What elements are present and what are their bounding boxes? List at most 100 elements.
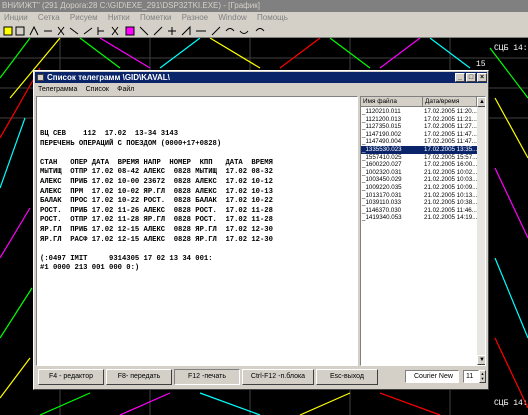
dialog-menu-bar: Телеграмма Список Файл <box>35 84 487 95</box>
file-name: _1121200.013 <box>362 115 402 123</box>
tool-icon <box>15 26 25 36</box>
font-size-input[interactable]: 11 <box>463 370 479 383</box>
text-line: АЛЕКС ПРМ 17.02 10-02 ЯР.ГЛ 0828 АЛЕКС 1… <box>40 187 273 196</box>
telegram-list-dialog: Список телеграмм \GID\KAVAL\ _ □ × Телег… <box>33 70 489 390</box>
file-list-row[interactable]: _1121200.013 17.02.2005 11:21... <box>361 116 477 124</box>
font-select[interactable]: Courier New <box>405 370 459 383</box>
file-list-row[interactable]: _1147490.004 17.02.2005 11:47... <box>361 138 477 146</box>
app-menu-bar: Инции Сетка Рисуем Нитки Пометки Разное … <box>0 12 528 24</box>
text-line: ВЦ СЕВ 112 17.02 13-34 3143 <box>40 130 179 138</box>
app-menu-item[interactable]: Разное <box>178 12 212 24</box>
app-title-bar: ВНИИЖТ" (291 Дорога:28 C:\GID\EXE_291\DS… <box>0 0 528 12</box>
exit-button[interactable]: Esc-выход <box>316 369 378 385</box>
app-menu-item[interactable]: Сетка <box>34 12 64 24</box>
file-list-row[interactable]: _1009220.035 21.02.2005 10:09... <box>361 184 477 192</box>
file-datetime: 17.02.2005 16:00... <box>424 161 478 169</box>
telegram-text: ВЦ СЕВ 112 17.02 13-34 3143 ПЕРЕЧЕНЬ ОПЕ… <box>40 130 273 274</box>
tool-icon <box>225 28 235 32</box>
text-line: РОСТ. ОТПР 17.02 11-28 ЯР.ГЛ 0828 РОСТ. … <box>40 216 273 225</box>
file-list-row[interactable]: _1039110.033 21.02.2005 10:38... <box>361 199 477 207</box>
window-icon[interactable] <box>37 74 44 81</box>
file-list-header: Имя файла Дата/время <box>361 97 477 107</box>
file-name: _1419340.053 <box>362 214 402 222</box>
app-menu-item[interactable]: Нитки <box>104 12 134 24</box>
file-list-scrollbar[interactable]: ▲ ▼ <box>477 97 485 365</box>
tool-icon <box>255 28 265 32</box>
text-line: БАЛАК ПРОС 17.02 10-22 РОСТ. 0828 БАЛАК … <box>40 197 273 206</box>
file-name: _1127350.015 <box>362 123 402 131</box>
text-line: ПЕРЕЧЕНЬ ОПЕРАЦИЙ С ПОЕЗДОМ (0000+17+082… <box>40 139 222 148</box>
text-line: СТАН ОПЕР ДАТА ВРЕМЯ НАПР НОМЕР КПП ДАТА… <box>40 158 273 167</box>
file-name: _1146370.030 <box>362 206 402 214</box>
file-datetime: 17.02.2005 11:47... <box>424 130 477 138</box>
scroll-up-arrow[interactable]: ▲ <box>477 97 485 107</box>
dialog-button-bar: F4 - редактор F8- передать F12 -печать C… <box>35 368 487 388</box>
editor-button[interactable]: F4 - редактор <box>38 369 104 385</box>
file-name: _1147490.004 <box>362 138 402 146</box>
tool-icon <box>211 26 221 36</box>
file-list-row[interactable]: _1003450.029 21.02.2005 10:03... <box>361 176 477 184</box>
print-button[interactable]: F12 -печать <box>174 369 240 385</box>
file-list-row[interactable]: _1147190.002 17.02.2005 11:47... <box>361 131 477 139</box>
text-line: АЛЕКС ПРИБ 17.02 10-00 23672 0828 АЛЕКС … <box>40 177 273 186</box>
tool-icon <box>69 27 79 35</box>
file-datetime: 21.02.2005 10:09... <box>424 184 478 191</box>
column-header-filename[interactable]: Имя файла <box>361 97 423 107</box>
file-list-pane[interactable]: Имя файла Дата/время _1120210.011 17.02.2… <box>360 96 486 366</box>
file-datetime: 17.02.2005 11:27... <box>424 123 477 131</box>
app-menu-item[interactable]: Пометки <box>136 12 176 24</box>
telegram-text-pane[interactable]: ВЦ СЕВ 112 17.02 13-34 3143 ПЕРЕЧЕНЬ ОПЕ… <box>36 96 358 366</box>
file-datetime: 21.02.2005 10:03... <box>424 176 478 184</box>
minimize-button[interactable]: _ <box>455 73 465 82</box>
tool-icon <box>83 27 93 35</box>
menu-file[interactable]: Файл <box>114 84 137 95</box>
file-datetime: 17.02.2005 11:20... <box>424 108 477 115</box>
maximize-button[interactable]: □ <box>466 73 476 82</box>
app-menu-item[interactable]: Инции <box>0 12 32 24</box>
app-menu-item[interactable]: Помощь <box>253 12 292 24</box>
graph-label: СЦБ 14: <box>494 44 528 53</box>
file-list-row[interactable]: _1013170.031 21.02.2005 10:13... <box>361 192 477 200</box>
file-name: _1557410.025 <box>362 153 402 161</box>
menu-list[interactable]: Список <box>83 84 112 95</box>
tool-icon <box>57 26 65 36</box>
print-block-button[interactable]: Ctrl-F12 -п.блока <box>242 369 314 385</box>
app-menu-item[interactable]: Window <box>214 12 250 24</box>
text-line: РОСТ. ПРИБ 17.02 11-26 АЛЕКС 0828 РОСТ. … <box>40 206 273 215</box>
column-header-datetime[interactable]: Дата/время <box>423 97 477 107</box>
file-name: _1009220.035 <box>362 184 402 191</box>
tool-icon <box>239 30 249 34</box>
file-list-row[interactable]: _1600220.027 17.02.2005 16:00... <box>361 161 477 169</box>
dialog-title-bar[interactable]: Список телеграмм \GID\KAVAL\ _ □ × <box>35 72 487 83</box>
scroll-down-arrow[interactable]: ▼ <box>477 355 485 365</box>
file-datetime: 21.02.2005 11:46... <box>424 206 477 214</box>
tool-icon <box>97 27 104 35</box>
app-title: ВНИИЖТ" (291 Дорога:28 C:\GID\EXE_291\DS… <box>2 1 260 10</box>
file-list-row[interactable]: _1120210.011 17.02.2005 11:20... <box>361 108 477 116</box>
graph-label: СЦБ 14: <box>494 399 528 408</box>
text-line: (:0497 IМIТ 9314305 17 02 13 34 001: <box>40 254 213 263</box>
font-size-spinner[interactable]: ▲ ▼ <box>479 370 486 383</box>
file-list-row[interactable]: _1127350.015 17.02.2005 11:27... <box>361 123 477 131</box>
text-line: МЫТИЩ ОТПР 17.02 08-42 АЛЕКС 0828 МЫТИЩ … <box>40 168 273 177</box>
tool-icon <box>111 26 119 36</box>
app-menu-item[interactable]: Рисуем <box>66 12 102 24</box>
file-list-row[interactable]: _1335530.023 17.02.2005 13:35... <box>361 146 477 154</box>
file-datetime: 17.02.2005 11:47... <box>424 138 477 146</box>
file-name: _1335530.023 <box>362 146 402 153</box>
file-list-row[interactable]: _1557410.025 17.02.2005 15:57... <box>361 154 477 162</box>
text-line: #1 0000 213 001 000 0:) <box>40 264 140 273</box>
file-datetime: 21.02.2005 10:02... <box>424 168 478 176</box>
file-datetime: 21.02.2005 10:13... <box>424 191 478 199</box>
menu-telegram[interactable]: Телеграмма <box>35 84 80 95</box>
file-name: _1120210.011 <box>362 108 401 115</box>
file-list-row[interactable]: _1419340.053 21.02.2005 14:19... <box>361 214 477 222</box>
file-list-row[interactable]: _1146370.030 21.02.2005 11:46... <box>361 207 477 215</box>
file-name: _1003450.029 <box>362 176 402 184</box>
file-datetime: 21.02.2005 10:38... <box>424 199 478 207</box>
file-list-row[interactable]: _1002320.031 21.02.2005 10:02... <box>361 169 477 177</box>
close-button[interactable]: × <box>477 73 487 82</box>
send-button[interactable]: F8- передать <box>106 369 172 385</box>
tool-icon <box>168 27 176 35</box>
toolbar-icon-set <box>3 25 265 36</box>
